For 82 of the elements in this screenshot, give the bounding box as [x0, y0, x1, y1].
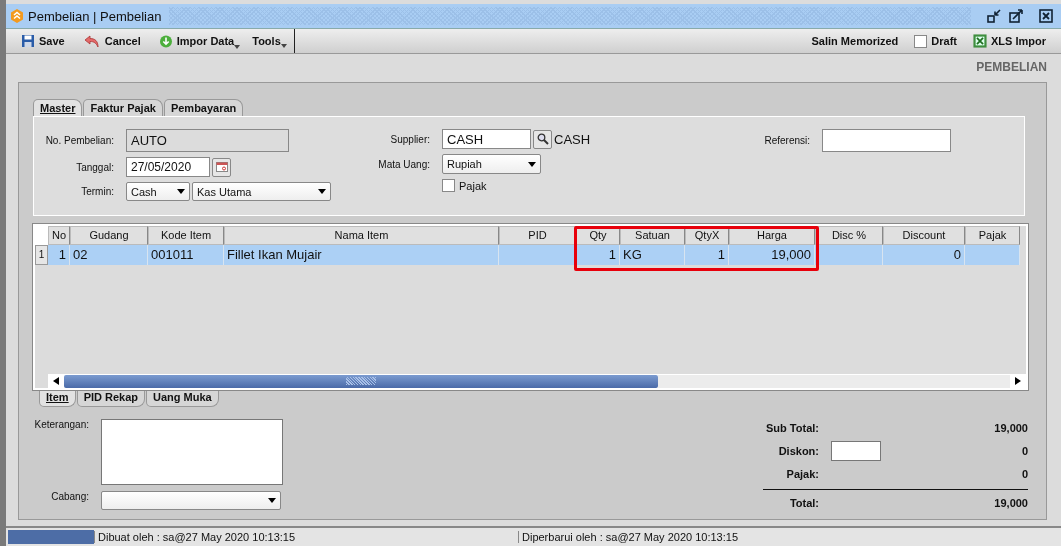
field-label: Termin: [80, 186, 114, 197]
tab[interactable]: Master [33, 99, 83, 116]
column-header[interactable]: Disc % [815, 226, 883, 245]
total-label: Pajak: [785, 468, 819, 480]
table-cell: KG [620, 245, 685, 265]
scrollbar-thumb[interactable] [64, 374, 658, 388]
search-icon [536, 133, 549, 145]
status-text: Dibuat oleh : sa@27 May 2020 10:13:15 [94, 531, 518, 543]
caret-icon [528, 161, 536, 167]
window-title: Pembelian | Pembelian [28, 8, 162, 24]
field-label: Supplier: [389, 133, 430, 145]
save-button[interactable]: Save [16, 32, 70, 50]
tab[interactable]: Pembayaran [163, 99, 244, 116]
undo-arrow-icon [82, 34, 101, 48]
table-cell: Fillet Ikan Mujair [224, 245, 499, 265]
maximize-button[interactable] [1009, 9, 1023, 23]
xls-import-button[interactable]: XLS Impor [968, 32, 1051, 50]
table-cell: 0 [883, 245, 965, 265]
supplier-field[interactable]: CASH [442, 129, 531, 149]
table-cell: 1 [576, 245, 620, 265]
close-button[interactable] [1039, 9, 1053, 23]
search-button[interactable] [533, 129, 552, 149]
spreadsheet-icon [973, 34, 987, 48]
account-dropdown[interactable]: Kas Utama [192, 182, 331, 201]
left-arrow-icon[interactable] [53, 377, 59, 385]
field-label: Mata Uang: [377, 158, 430, 170]
column-header[interactable]: Gudang [70, 226, 148, 245]
currency-dropdown[interactable]: Rupiah [442, 154, 541, 174]
notes-field[interactable] [101, 419, 283, 485]
import-button[interactable]: Impor Data [153, 32, 240, 50]
total-value: 19,000 [993, 497, 1028, 510]
page-title: PEMBELIAN [975, 60, 1047, 76]
column-header[interactable]: Kode Item [148, 226, 224, 245]
right-arrow-icon[interactable] [1015, 377, 1021, 385]
caret-icon [177, 189, 185, 194]
field-label: Keterangan: [33, 419, 89, 430]
calendar-icon [215, 162, 228, 172]
download-icon [158, 34, 173, 48]
total-value: 0 [1020, 444, 1028, 457]
column-header[interactable]: Discount [883, 226, 965, 245]
draft-checkbox[interactable]: Draft [909, 32, 962, 50]
tab[interactable]: Faktur Pajak [83, 99, 163, 116]
row-header: 1 [35, 245, 48, 265]
field-label: Referensi: [763, 135, 810, 146]
total-label: Diskon: [777, 444, 819, 457]
table-row[interactable]: 1 1 02 001011 Fillet Ikan Mujair 1 KG 1 19,000 0 [35, 245, 1026, 265]
cancel-button[interactable]: Cancel [77, 32, 146, 50]
date-field[interactable]: 27/05/2020 [126, 157, 210, 177]
status-text: Diperbarui oleh : sa@27 May 2020 10:13:15 [518, 531, 739, 543]
copy-memorized-button[interactable]: Salin Memorized [806, 33, 904, 49]
column-header[interactable]: Pajak [965, 226, 1020, 245]
tax-checkbox[interactable]: Pajak [442, 179, 750, 192]
app-logo-icon [10, 9, 24, 23]
tools-button[interactable]: Tools [247, 33, 286, 49]
branch-dropdown[interactable] [101, 491, 281, 510]
total-label: Sub Total: [765, 421, 819, 434]
caret-icon [318, 189, 326, 194]
table-cell: 1 [685, 245, 729, 265]
table-cell: 001011 [148, 245, 224, 265]
term-dropdown[interactable]: Cash [126, 182, 190, 201]
table-cell: 19,000 [729, 245, 815, 265]
total-value: 19,000 [993, 421, 1028, 434]
field-label: Cabang: [50, 491, 89, 504]
total-label: Total: [788, 497, 819, 510]
field-label: Tanggal: [75, 161, 114, 173]
total-value: 0 [1020, 468, 1028, 480]
horizontal-scrollbar[interactable] [48, 374, 1026, 388]
caret-icon [268, 498, 276, 503]
column-header[interactable]: No [48, 226, 70, 245]
table-cell: 02 [70, 245, 148, 265]
calendar-button[interactable] [212, 157, 231, 177]
discount-field[interactable] [831, 440, 881, 461]
purchase-number-field: AUTO [126, 129, 289, 152]
minimize-button[interactable] [987, 9, 1001, 23]
table-cell [965, 245, 1020, 265]
column-header[interactable]: PID [499, 226, 576, 245]
supplier-name: CASH [554, 131, 591, 147]
table-cell: 1 [48, 245, 70, 265]
table-cell [815, 245, 883, 265]
column-header[interactable]: Nama Item [224, 226, 499, 245]
reference-field[interactable] [822, 129, 951, 152]
field-label: No. Pembelian: [44, 135, 114, 146]
